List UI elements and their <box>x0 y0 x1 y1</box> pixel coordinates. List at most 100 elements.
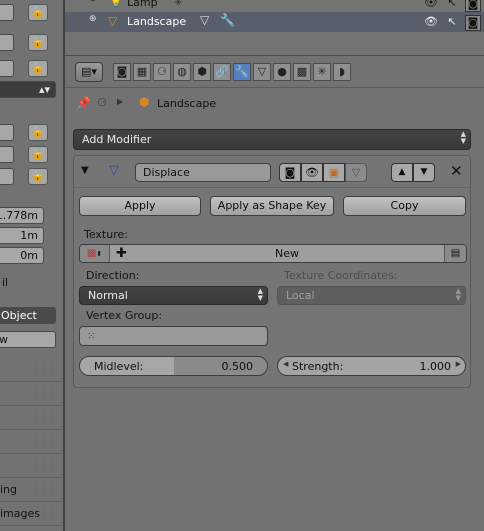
editmode-toggle-icon[interactable]: ▣ <box>323 163 345 182</box>
texture-browse-icon[interactable]: ▩⬍ <box>80 245 110 262</box>
drag-grip-icon[interactable]: ⋮⋮⋮ <box>32 503 57 525</box>
drag-grip-icon[interactable]: ⋮⋮⋮ <box>32 383 57 405</box>
outliner-row-landscape[interactable]: ⊕ ▽ Landscape ▽ 🔧 👁 ↖ ◙ <box>65 12 484 32</box>
collapsed-panel-row[interactable]: ing ⋮⋮⋮ <box>0 479 62 502</box>
lock-icon[interactable]: 🔓 <box>28 146 48 163</box>
eye-icon[interactable]: 👁 <box>424 0 438 10</box>
collapsed-panel-row[interactable]: images ⋮⋮⋮ <box>0 503 62 526</box>
apply-button[interactable]: Apply <box>79 196 201 216</box>
object-field[interactable]: Object <box>0 307 56 324</box>
view-button[interactable]: w <box>0 331 56 348</box>
link-icon: 🔗 <box>215 65 229 78</box>
modifier-name-field[interactable]: Displace <box>135 163 271 182</box>
close-icon[interactable]: ✕ <box>450 162 463 180</box>
dimension-field-y[interactable]: 1m <box>0 227 44 244</box>
particles-tab[interactable]: ✳ <box>313 63 331 81</box>
lock-icon[interactable]: 🔓 <box>28 168 48 185</box>
lock-icon[interactable]: 🔓 <box>28 34 48 51</box>
dimension-field-z[interactable]: 0m <box>0 247 44 264</box>
add-modifier-dropdown[interactable]: Add Modifier ▲ ▼ <box>73 129 471 150</box>
render-tab[interactable]: ◙ <box>113 63 131 81</box>
drag-grip-icon[interactable]: ⋮⋮⋮ <box>32 407 57 429</box>
drag-grip-icon[interactable]: ⋮⋮⋮ <box>32 359 57 381</box>
scale-field-y[interactable] <box>0 146 14 163</box>
dimension-field-x[interactable]: 1.778m <box>0 207 44 224</box>
drag-grip-icon[interactable]: ⋮⋮⋮ <box>32 455 57 477</box>
texture-tab[interactable]: ▩ <box>293 63 311 81</box>
modifiers-tab[interactable]: 🔧 <box>233 63 251 81</box>
drag-grip-icon[interactable]: ⋮⋮⋮ <box>32 479 57 501</box>
lock-icon[interactable]: 🔓 <box>28 60 48 77</box>
properties-editor: ▤▾ ◙ ▦ ⚆ ◍ ⬢ 🔗 🔧 ▽ ● ▩ ✳ ◗ 📌 ⚆ ▶ ⬢ Landscape Add Mo… <box>65 56 484 531</box>
editor-type-button[interactable]: ▤▾ <box>75 62 103 82</box>
render-camera-icon[interactable]: ◙ <box>465 0 481 12</box>
collapsed-panel-row[interactable]: ⋮⋮⋮ <box>0 431 62 454</box>
midlevel-slider[interactable]: Midlevel: 0.500 <box>79 356 268 376</box>
render-camera-icon[interactable]: ◙ <box>465 15 481 31</box>
outliner-item-name[interactable]: Lamp <box>127 0 158 9</box>
data-tab[interactable]: ▽ <box>253 63 271 81</box>
scene-tab[interactable]: ⚆ <box>153 63 171 81</box>
render-layers-tab[interactable]: ▦ <box>133 63 151 81</box>
scale-field-x[interactable] <box>0 124 14 141</box>
cursor-select-icon[interactable]: ↖ <box>445 0 459 10</box>
cage-toggle-icon[interactable]: ▽ <box>345 163 367 182</box>
constraints-tab[interactable]: 🔗 <box>213 63 231 81</box>
cube-icon: ⬢ <box>139 95 150 109</box>
viewport-toggle-icon[interactable]: 👁 <box>301 163 323 182</box>
rotation-field-y[interactable] <box>0 34 14 51</box>
mesh-data-icon[interactable]: ▽ <box>200 13 209 27</box>
move-down-icon[interactable]: ▼ <box>413 163 435 182</box>
breadcrumb-object-name: Landscape <box>157 97 217 110</box>
drag-grip-icon[interactable]: ⋮⋮⋮ <box>32 431 57 453</box>
collapse-triangle-icon[interactable]: ▼ <box>81 165 89 176</box>
lock-icon[interactable]: 🔓 <box>28 124 48 141</box>
collapsed-panel-row[interactable]: ⋮⋮⋮ <box>0 455 62 478</box>
vertex-group-field[interactable]: ⁙ <box>79 326 268 346</box>
scene-icon: ⚆ <box>157 65 167 78</box>
world-tab[interactable]: ◍ <box>173 63 191 81</box>
physics-tab[interactable]: ◗ <box>333 63 351 81</box>
texture-properties-icon[interactable]: ▤ <box>444 245 466 262</box>
rotation-mode-dropdown[interactable]: ▴▾ <box>0 81 56 98</box>
collapsed-panel-row[interactable]: ⋮⋮⋮ <box>0 383 62 406</box>
updown-arrows-icon: ▲ ▼ <box>257 287 263 302</box>
apply-as-shape-key-button[interactable]: Apply as Shape Key <box>210 196 334 216</box>
texture-label: Texture: <box>84 228 128 241</box>
expand-icon[interactable]: ⊕ <box>89 0 97 4</box>
lock-icon[interactable]: 🔓 <box>28 4 48 21</box>
vertex-group-label: Vertex Group: <box>86 309 163 322</box>
outliner-item-name[interactable]: Landscape <box>127 15 186 28</box>
breadcrumb: 📌 ⚆ ▶ ⬢ Landscape <box>65 90 484 116</box>
material-tab[interactable]: ● <box>273 63 291 81</box>
texture-coordinates-dropdown[interactable]: Local ▲ ▼ <box>277 286 466 305</box>
mesh-object-icon: ▽ <box>108 14 118 28</box>
pin-icon[interactable]: 📌 <box>76 96 91 110</box>
rotation-field-x[interactable] <box>0 4 14 21</box>
direction-label: Direction: <box>86 269 140 282</box>
outliner: ⊕ 💡 Lamp ⚹ 👁 ↖ ◙ ⊕ ▽ Landscape ▽ 🔧 👁 ↖ ◙ <box>65 0 484 56</box>
panel-label-fragment: il <box>2 276 9 289</box>
scale-field-z[interactable] <box>0 168 14 185</box>
object-tab[interactable]: ⬢ <box>193 63 211 81</box>
texture-coordinates-value: Local <box>286 289 315 302</box>
new-texture-button[interactable]: New <box>127 245 447 262</box>
direction-dropdown[interactable]: Normal ▲ ▼ <box>79 286 268 305</box>
plus-icon[interactable]: ✚ <box>116 245 127 262</box>
increment-arrow-icon[interactable]: ▶ <box>456 360 461 368</box>
strength-field[interactable]: ◀ Strength: 1.000 ▶ <box>277 356 466 376</box>
physics-icon: ◗ <box>339 65 345 78</box>
collapsed-panel-row[interactable]: ⋮⋮⋮ <box>0 359 62 382</box>
decrement-arrow-icon[interactable]: ◀ <box>283 360 288 368</box>
cursor-select-icon[interactable]: ↖ <box>445 15 459 29</box>
displace-modifier-icon: ▽ <box>109 163 119 178</box>
move-up-icon[interactable]: ▲ <box>391 163 413 182</box>
camera-icon: ◙ <box>116 65 128 78</box>
copy-button[interactable]: Copy <box>343 196 466 216</box>
render-toggle-icon[interactable]: ◙ <box>279 163 301 182</box>
rotation-field-z[interactable] <box>0 60 14 77</box>
wrench-icon[interactable]: 🔧 <box>220 13 235 27</box>
expand-icon[interactable]: ⊕ <box>89 14 97 24</box>
eye-icon[interactable]: 👁 <box>424 15 438 29</box>
collapsed-panel-row[interactable]: ⋮⋮⋮ <box>0 407 62 430</box>
